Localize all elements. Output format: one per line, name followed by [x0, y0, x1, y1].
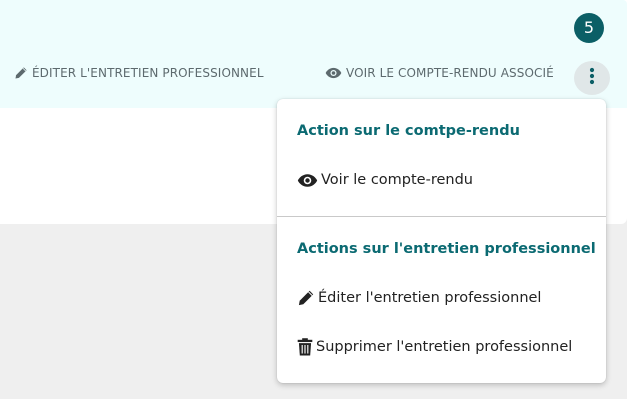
menu-item-edit-interview[interactable]: Éditer l'entretien professionnel: [297, 289, 541, 307]
actions-dropdown-menu: Action sur le comtpe-rendu Voir le compt…: [277, 99, 606, 383]
count-badge: 5: [574, 13, 604, 43]
edit-interview-link[interactable]: ÉDITER L'ENTRETIEN PROFESSIONNEL: [14, 66, 264, 80]
menu-item-view-report-label: Voir le compte-rendu: [321, 172, 473, 188]
menu-divider: [277, 216, 606, 217]
menu-heading-report: Action sur le comtpe-rendu: [297, 123, 520, 139]
pencil-icon: [14, 66, 28, 80]
trash-icon: [297, 338, 313, 356]
eye-icon: [297, 173, 318, 188]
menu-item-edit-interview-label: Éditer l'entretien professionnel: [318, 290, 542, 306]
more-actions-button[interactable]: [574, 61, 610, 95]
pencil-icon: [297, 289, 315, 307]
more-vertical-icon: [589, 67, 595, 89]
menu-item-delete-interview-label: Supprimer l'entretien professionnel: [316, 339, 573, 355]
page: 5 ÉDITER L'ENTRETIEN PROFESSIONNEL VOIR …: [0, 0, 627, 399]
card-header: 5 ÉDITER L'ENTRETIEN PROFESSIONNEL VOIR …: [0, 0, 627, 108]
view-report-link[interactable]: VOIR LE COMPTE-RENDU ASSOCIÉ: [325, 66, 554, 80]
menu-heading-interview: Actions sur l'entretien professionnel: [297, 241, 596, 257]
eye-icon: [325, 67, 342, 79]
menu-item-view-report[interactable]: Voir le compte-rendu: [297, 172, 473, 188]
menu-item-delete-interview[interactable]: Supprimer l'entretien professionnel: [297, 338, 572, 356]
view-report-link-label: VOIR LE COMPTE-RENDU ASSOCIÉ: [346, 66, 554, 80]
edit-interview-link-label: ÉDITER L'ENTRETIEN PROFESSIONNEL: [32, 66, 264, 80]
count-badge-value: 5: [583, 18, 595, 37]
